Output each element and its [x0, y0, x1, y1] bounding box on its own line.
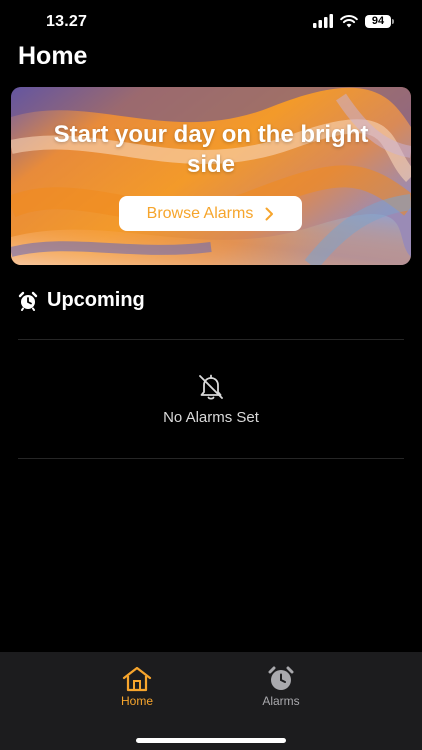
- battery-cap: [392, 18, 394, 24]
- tab-alarms-label: Alarms: [262, 694, 300, 708]
- upcoming-title: Upcoming: [47, 289, 145, 311]
- no-alarms-text: No Alarms Set: [163, 408, 259, 426]
- battery-indicator: 94: [365, 14, 394, 28]
- wifi-icon: [340, 15, 358, 28]
- tab-home[interactable]: Home: [97, 666, 177, 708]
- alarm-clock-icon: [18, 291, 38, 311]
- upcoming-header: Upcoming: [18, 289, 145, 312]
- bell-slash-icon: [199, 374, 223, 400]
- tab-home-label: Home: [120, 694, 153, 708]
- browse-alarms-label: Browse Alarms: [146, 204, 254, 222]
- empty-state: No Alarms Set: [18, 340, 404, 458]
- tab-alarms[interactable]: Alarms: [241, 666, 321, 708]
- alarm-clock-icon: [268, 666, 294, 690]
- status-time: 13.27: [46, 13, 88, 30]
- hero-headline: Start your day on the bright side: [53, 121, 369, 178]
- tab-bar: Home Alarms: [0, 652, 422, 750]
- status-bar: 13.27 94: [0, 0, 422, 44]
- divider: [18, 458, 404, 459]
- status-icons: 94: [313, 14, 394, 28]
- home-indicator[interactable]: [136, 738, 286, 743]
- battery-level: 94: [365, 14, 391, 28]
- chevron-right-icon: [265, 207, 274, 220]
- cellular-signal-icon: [313, 14, 333, 28]
- hero-banner: Start your day on the bright side Browse…: [11, 87, 411, 265]
- page-title: Home: [18, 42, 88, 70]
- house-icon: [122, 666, 152, 692]
- browse-alarms-button[interactable]: Browse Alarms: [119, 196, 302, 231]
